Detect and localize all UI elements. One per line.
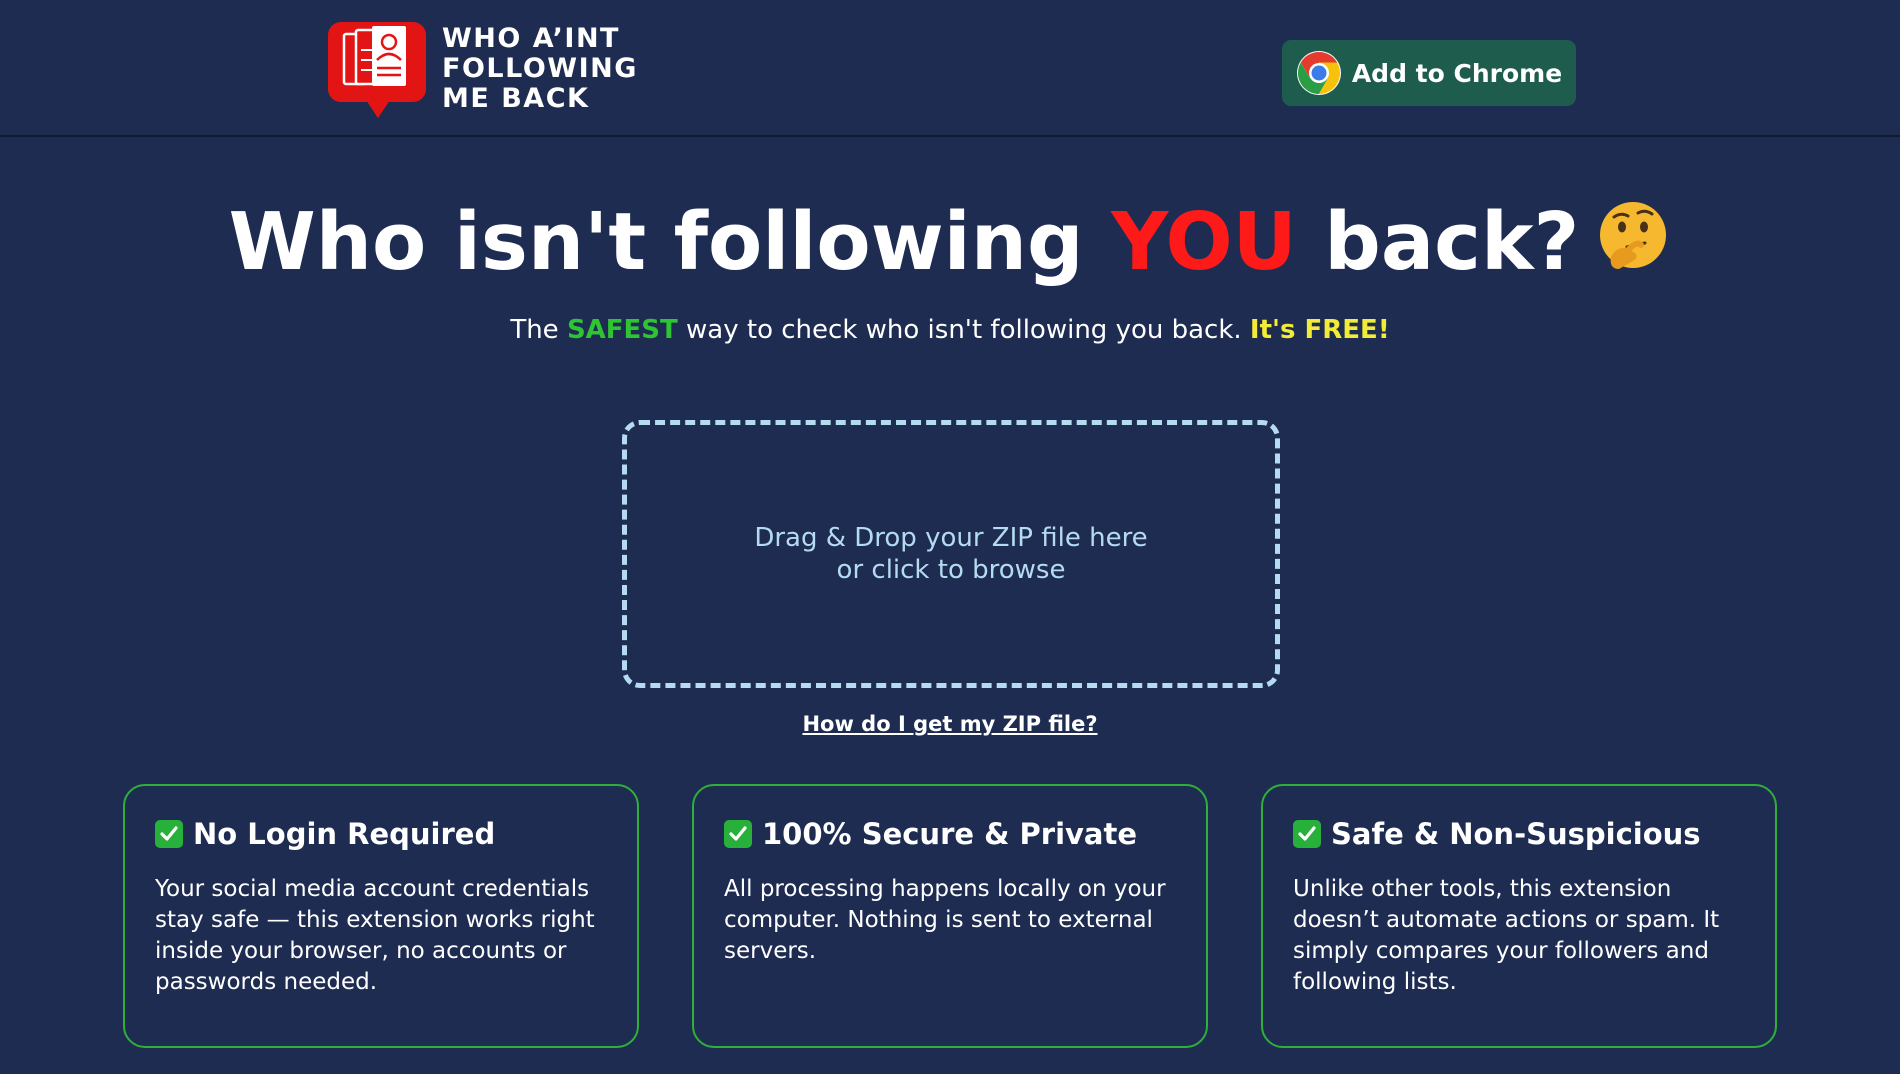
feature-description: Unlike other tools, this extension doesn… [1293, 876, 1720, 995]
feature-card-secure: 100% Secure & Private All processing hap… [692, 784, 1208, 1048]
thinking-face-icon [1595, 198, 1671, 274]
feature-description: All processing happens locally on your c… [724, 876, 1166, 964]
profile-pages-icon [326, 20, 428, 120]
title-text: Who isn't following [228, 196, 1112, 288]
check-mark-icon [155, 820, 183, 848]
logo-line: WHO A’INT [442, 23, 620, 54]
feature-card-safe: Safe & Non-Suspicious Unlike other tools… [1261, 784, 1777, 1048]
chrome-icon [1296, 50, 1342, 96]
dropzone-line-1: Drag & Drop your ZIP file here [754, 523, 1148, 553]
feature-title: No Login Required [193, 817, 496, 851]
subtitle: The SAFEST way to check who isn't follow… [0, 312, 1900, 348]
feature-title: 100% Secure & Private [762, 817, 1138, 851]
subtitle-prefix: The [510, 315, 567, 345]
subtitle-middle: way to check who isn't following you bac… [677, 315, 1250, 345]
logo[interactable]: WHO A’INT FOLLOWING ME BACK [326, 20, 638, 120]
subtitle-safe: SAFEST [566, 315, 678, 345]
logo-line: FOLLOWING [442, 53, 638, 84]
logo-line: ME BACK [442, 83, 590, 114]
zip-help-link[interactable]: How do I get my ZIP file? [802, 712, 1097, 736]
feature-title-row: No Login Required [155, 816, 609, 852]
feature-title-row: Safe & Non-Suspicious [1293, 816, 1747, 852]
feature-card-no-login: No Login Required Your social media acco… [123, 784, 639, 1048]
add-to-chrome-label: Add to Chrome [1351, 58, 1563, 88]
zip-dropzone[interactable]: Drag & Drop your ZIP file here or click … [622, 420, 1280, 688]
check-mark-icon [724, 820, 752, 848]
subtitle-free: It's FREE! [1249, 315, 1390, 345]
help-link-container: How do I get my ZIP file? [0, 712, 1900, 736]
feature-description: Your social media account credentials st… [155, 876, 595, 995]
page-title: Who isn't following YOU back? [0, 192, 1900, 292]
title-accent: YOU [1111, 196, 1297, 288]
check-mark-icon [1293, 820, 1321, 848]
title-text-end: back? [1296, 196, 1580, 288]
site-header: WHO A’INT FOLLOWING ME BACK Add to Chrom… [0, 0, 1900, 137]
feature-title-row: 100% Secure & Private [724, 816, 1178, 852]
dropzone-line-2: or click to browse [836, 555, 1066, 585]
feature-title: Safe & Non-Suspicious [1331, 817, 1701, 851]
add-to-chrome-button[interactable]: Add to Chrome [1282, 40, 1576, 106]
logo-text: WHO A’INT FOLLOWING ME BACK [442, 24, 638, 114]
